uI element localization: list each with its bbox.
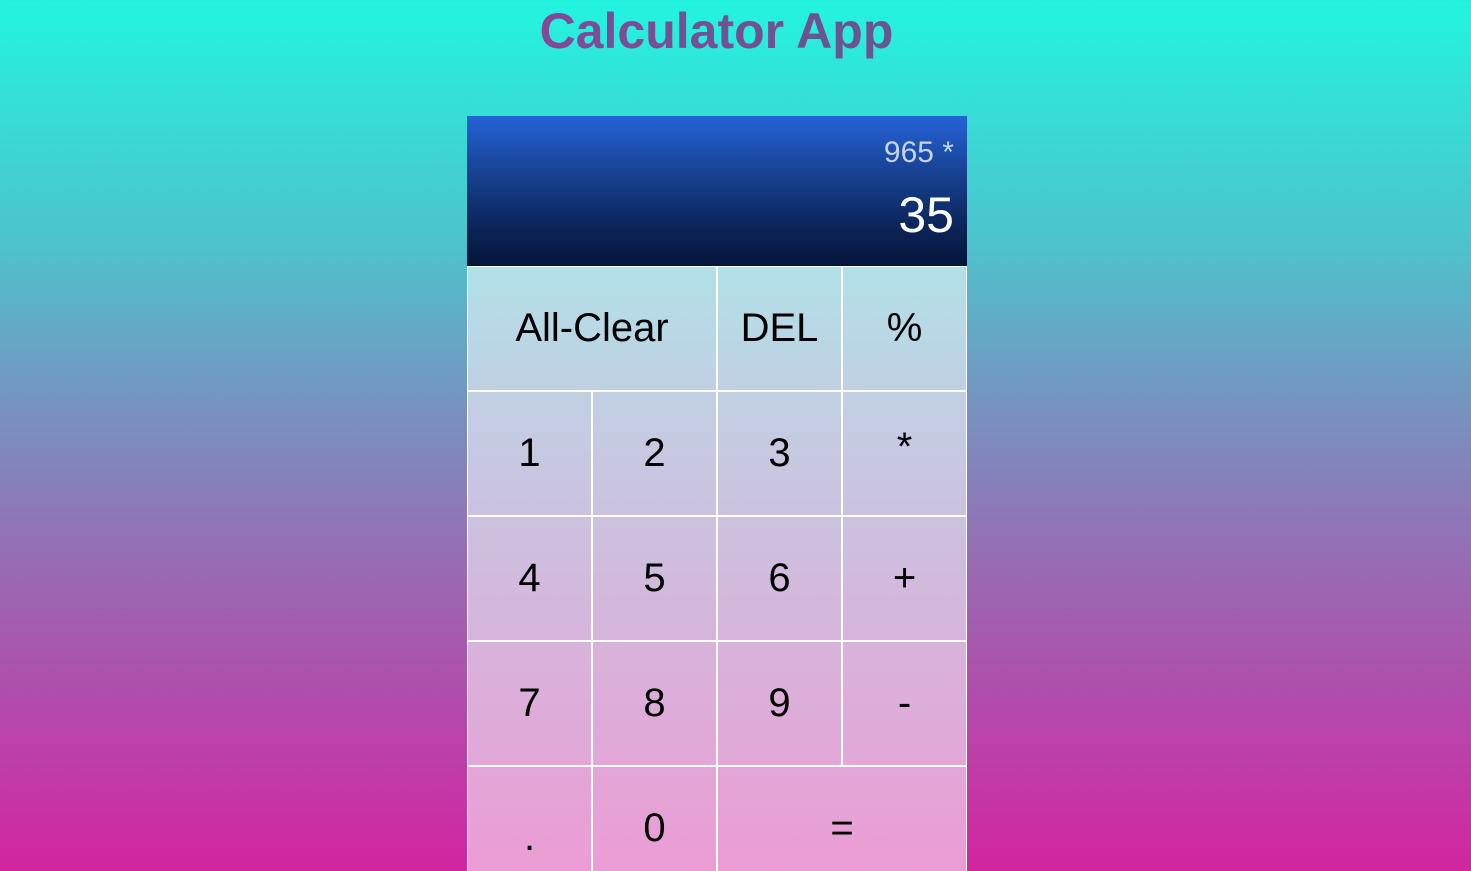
plus-button[interactable]: + — [842, 516, 967, 641]
multiply-button[interactable]: * — [842, 391, 967, 516]
percent-button[interactable]: % — [842, 266, 967, 391]
all-clear-button[interactable]: All-Clear — [467, 266, 717, 391]
app-title: Calculator App — [0, 3, 1433, 59]
minus-button[interactable]: - — [842, 641, 967, 766]
digit-9-button[interactable]: 9 — [717, 641, 842, 766]
decimal-button[interactable]: . — [467, 766, 592, 871]
digit-0-button[interactable]: 0 — [592, 766, 717, 871]
equals-button[interactable]: = — [717, 766, 967, 871]
calculator: 965 * 35 All-Clear DEL % 1 2 3 * 4 5 6 +… — [467, 116, 967, 871]
keypad: All-Clear DEL % 1 2 3 * 4 5 6 + 7 8 9 - … — [467, 266, 967, 871]
digit-6-button[interactable]: 6 — [717, 516, 842, 641]
digit-5-button[interactable]: 5 — [592, 516, 717, 641]
digit-3-button[interactable]: 3 — [717, 391, 842, 516]
digit-7-button[interactable]: 7 — [467, 641, 592, 766]
previous-operand: 965 * — [883, 136, 954, 169]
digit-1-button[interactable]: 1 — [467, 391, 592, 516]
calculator-display: 965 * 35 — [467, 116, 967, 266]
digit-8-button[interactable]: 8 — [592, 641, 717, 766]
delete-button[interactable]: DEL — [717, 266, 842, 391]
digit-2-button[interactable]: 2 — [592, 391, 717, 516]
digit-4-button[interactable]: 4 — [467, 516, 592, 641]
current-operand: 35 — [898, 187, 954, 243]
